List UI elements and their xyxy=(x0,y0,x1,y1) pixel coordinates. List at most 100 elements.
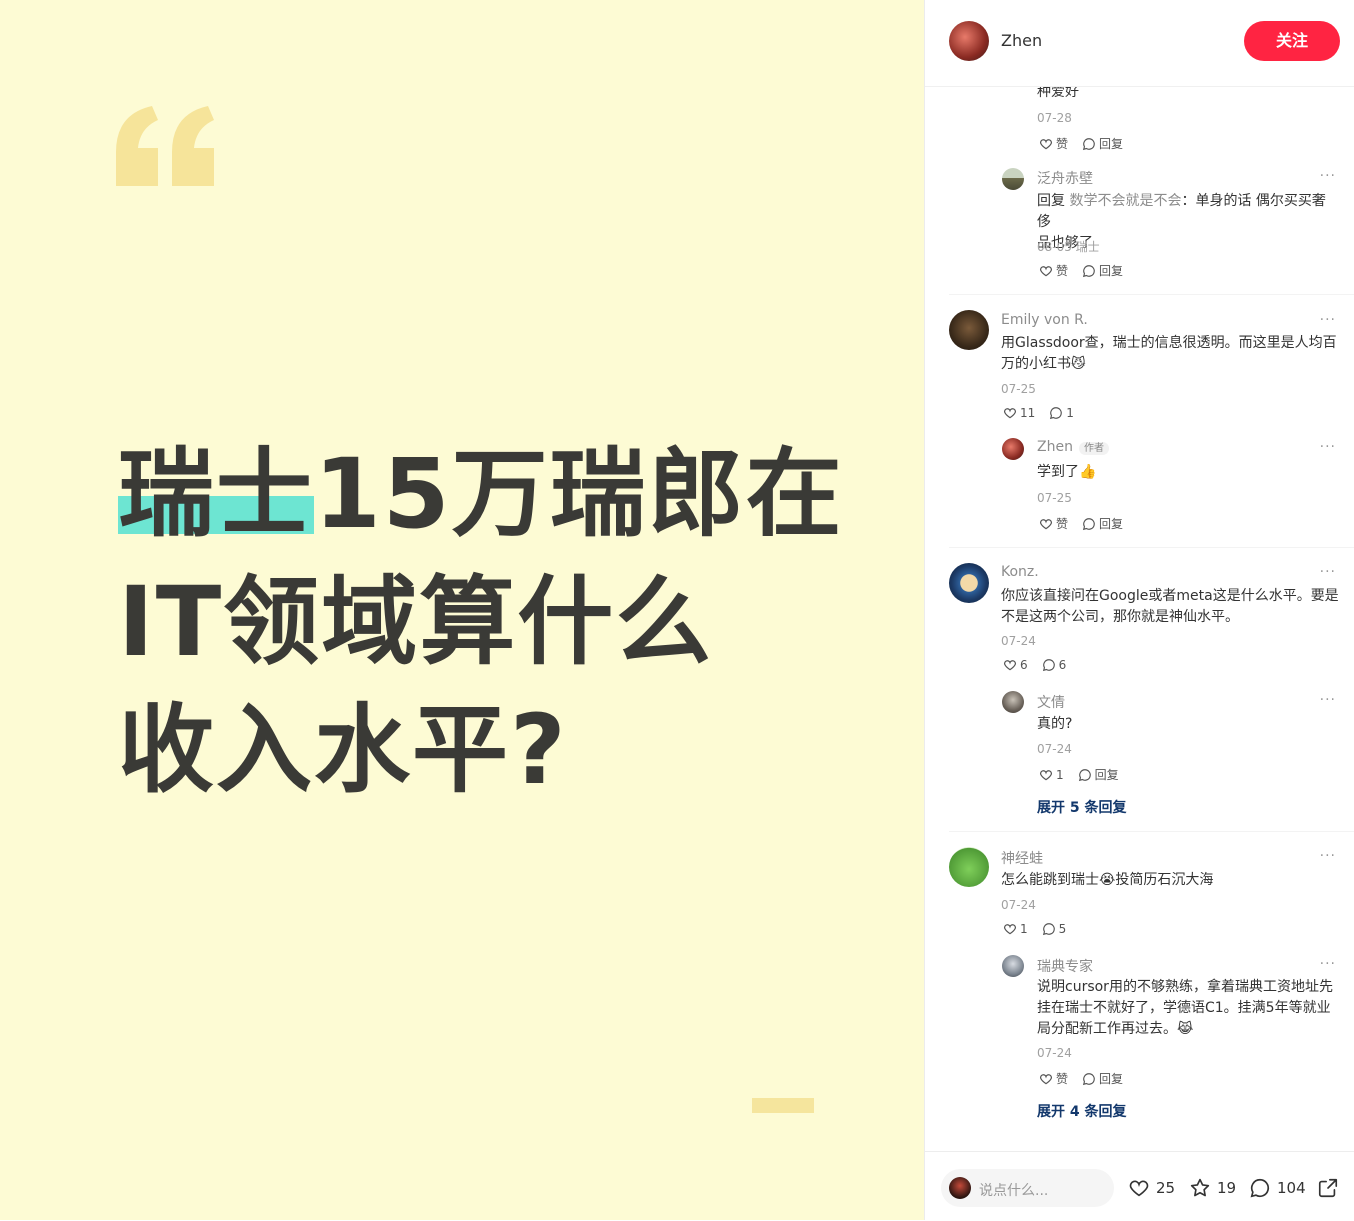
comment-actions: 赞 回复 xyxy=(1039,135,1123,152)
more-options-icon[interactable]: ··· xyxy=(1320,956,1336,972)
comment-date: 07-24 xyxy=(1037,1046,1072,1060)
comment-date: 07-24 xyxy=(1001,634,1036,648)
user-avatar[interactable] xyxy=(1002,438,1024,460)
my-avatar xyxy=(949,1177,971,1199)
cover-title: 瑞士15万瑞郎在 IT领域算什么 收入水平? xyxy=(118,430,844,814)
collect-count: 19 xyxy=(1217,1179,1237,1197)
comment-date: 07-24 xyxy=(1001,898,1036,912)
share-button[interactable] xyxy=(1317,1177,1339,1199)
like-button[interactable]: 11 xyxy=(1003,406,1035,420)
comment-text: 怎么能跳到瑞士😭投简历石沉大海 xyxy=(1001,872,1214,888)
like-button[interactable]: 1 xyxy=(1039,768,1064,782)
reply-button[interactable]: 回复 xyxy=(1078,766,1119,783)
heart-icon xyxy=(1040,518,1052,529)
comment-text: 说明cursor用的不够熟练，拿着瑞典工资地址先 挂在瑞士不就好了，学德语C1。挂… xyxy=(1037,979,1333,1037)
note-image[interactable]: 瑞士15万瑞郎在 IT领域算什么 收入水平? xyxy=(0,0,924,1220)
star-icon xyxy=(1190,1178,1210,1197)
heart-icon xyxy=(1129,1180,1149,1197)
like-count-button[interactable]: 25 xyxy=(1128,1177,1175,1199)
commenter-name[interactable]: Zhen 作者 xyxy=(1037,439,1109,455)
commenter-name[interactable]: 神经蛙 xyxy=(1001,848,1043,868)
author-name[interactable]: Zhen xyxy=(1001,31,1042,50)
comment-input[interactable]: 说点什么... xyxy=(941,1169,1114,1207)
commenter-name[interactable]: 文倩 xyxy=(1037,692,1065,712)
comment-count-button[interactable]: 104 xyxy=(1249,1177,1306,1199)
heart-icon xyxy=(1004,924,1016,935)
heart-icon xyxy=(1040,769,1052,780)
follow-button[interactable]: 关注 xyxy=(1244,21,1340,61)
reply-button[interactable]: 回复 xyxy=(1082,262,1123,279)
like-button[interactable]: 赞 xyxy=(1039,262,1068,279)
expand-replies-link[interactable]: 展开 4 条回复 xyxy=(1037,1101,1127,1121)
comment-text: 你应该直接问在Google或者meta这是什么水平。要是 不是这两个公司，那你就是… xyxy=(1001,588,1339,625)
comment-panel: Zhen 关注 种爱好 07-28 赞 回复 泛舟赤壁 ··· 回复 数学不会就… xyxy=(925,0,1354,1221)
comment-icon xyxy=(1250,1178,1270,1198)
title-highlight: 瑞士 xyxy=(118,430,314,558)
reply-button[interactable]: 6 xyxy=(1042,658,1066,672)
comment-actions: 赞 回复 xyxy=(1039,262,1123,279)
comment-text: 学到了👍 xyxy=(1037,464,1097,480)
heart-icon xyxy=(1004,408,1016,419)
commenter-name[interactable]: 瑞典专家 xyxy=(1037,956,1093,976)
comment-actions: 赞 回复 xyxy=(1039,515,1123,532)
like-button[interactable]: 赞 xyxy=(1039,1070,1068,1087)
comment-icon xyxy=(1082,137,1095,150)
heart-icon xyxy=(1040,138,1052,149)
comment-icon xyxy=(1082,264,1095,277)
reply-button[interactable]: 回复 xyxy=(1082,1070,1123,1087)
like-button[interactable]: 赞 xyxy=(1039,515,1068,532)
reply-button[interactable]: 回复 xyxy=(1082,515,1123,532)
comment-icon xyxy=(1082,517,1095,530)
comment-actions: 6 6 xyxy=(1003,658,1066,672)
commenter-name[interactable]: Konz. xyxy=(1001,564,1039,580)
heart-icon xyxy=(1004,660,1016,671)
like-button[interactable]: 1 xyxy=(1003,922,1028,936)
user-avatar[interactable] xyxy=(949,847,989,887)
author-header: Zhen 关注 xyxy=(925,0,1354,87)
user-avatar[interactable] xyxy=(949,310,989,350)
more-options-icon[interactable]: ··· xyxy=(1320,312,1336,328)
like-button[interactable]: 赞 xyxy=(1039,135,1068,152)
expand-replies-link[interactable]: 展开 5 条回复 xyxy=(1037,797,1127,817)
separator xyxy=(949,294,1354,295)
comment-text: 用Glassdoor查，瑞士的信息很透明。而这里是人均百 万的小红书😼 xyxy=(1001,335,1337,372)
commenter-name[interactable]: 泛舟赤壁 xyxy=(1037,168,1093,188)
like-count: 25 xyxy=(1156,1179,1176,1197)
comment-actions: 1 回复 xyxy=(1039,766,1119,783)
author-avatar[interactable] xyxy=(949,21,989,61)
more-options-icon[interactable]: ··· xyxy=(1320,439,1336,455)
collect-count-button[interactable]: 19 xyxy=(1189,1177,1236,1199)
separator xyxy=(949,831,1354,832)
comment-date: 07-25 xyxy=(1001,382,1036,396)
comment-icon xyxy=(1050,407,1063,420)
comment-actions: 11 1 xyxy=(1003,406,1074,420)
comment-actions: 赞 回复 xyxy=(1039,1070,1123,1087)
user-avatar[interactable] xyxy=(1002,691,1024,713)
comment-text: 真的? xyxy=(1037,716,1073,732)
heart-icon xyxy=(1040,1073,1052,1084)
more-options-icon[interactable]: ··· xyxy=(1320,848,1336,864)
bottom-bar: 说点什么... 25 19 104 xyxy=(925,1151,1354,1221)
comment-date: 07-24 xyxy=(1037,742,1072,756)
reply-button[interactable]: 5 xyxy=(1042,922,1066,936)
cover-title-line-3: 收入水平? xyxy=(118,694,568,806)
comment-count: 104 xyxy=(1277,1179,1306,1197)
comment-input-placeholder: 说点什么... xyxy=(979,1183,1049,1199)
share-icon xyxy=(1318,1178,1338,1198)
more-options-icon[interactable]: ··· xyxy=(1320,692,1336,708)
cover-title-line-2: IT领域算什么 xyxy=(118,566,714,678)
reply-button[interactable]: 回复 xyxy=(1082,135,1123,152)
comment-list[interactable]: 种爱好 07-28 赞 回复 泛舟赤壁 ··· 回复 数学不会就是不会：单身的话… xyxy=(925,87,1354,1151)
commenter-name[interactable]: Emily von R. xyxy=(1001,312,1088,328)
quote-mark-icon xyxy=(116,106,214,186)
reply-button[interactable]: 1 xyxy=(1049,406,1074,420)
like-button[interactable]: 6 xyxy=(1003,658,1028,672)
user-avatar[interactable] xyxy=(949,563,989,603)
user-avatar[interactable] xyxy=(1002,168,1024,190)
comment-text: 种爱好 xyxy=(1037,87,1079,100)
cover-title-line-1: 瑞士15万瑞郎在 xyxy=(118,430,844,558)
more-options-icon[interactable]: ··· xyxy=(1320,168,1336,184)
more-options-icon[interactable]: ··· xyxy=(1320,564,1336,580)
user-avatar[interactable] xyxy=(1002,955,1024,977)
comment-icon xyxy=(1082,1072,1095,1085)
